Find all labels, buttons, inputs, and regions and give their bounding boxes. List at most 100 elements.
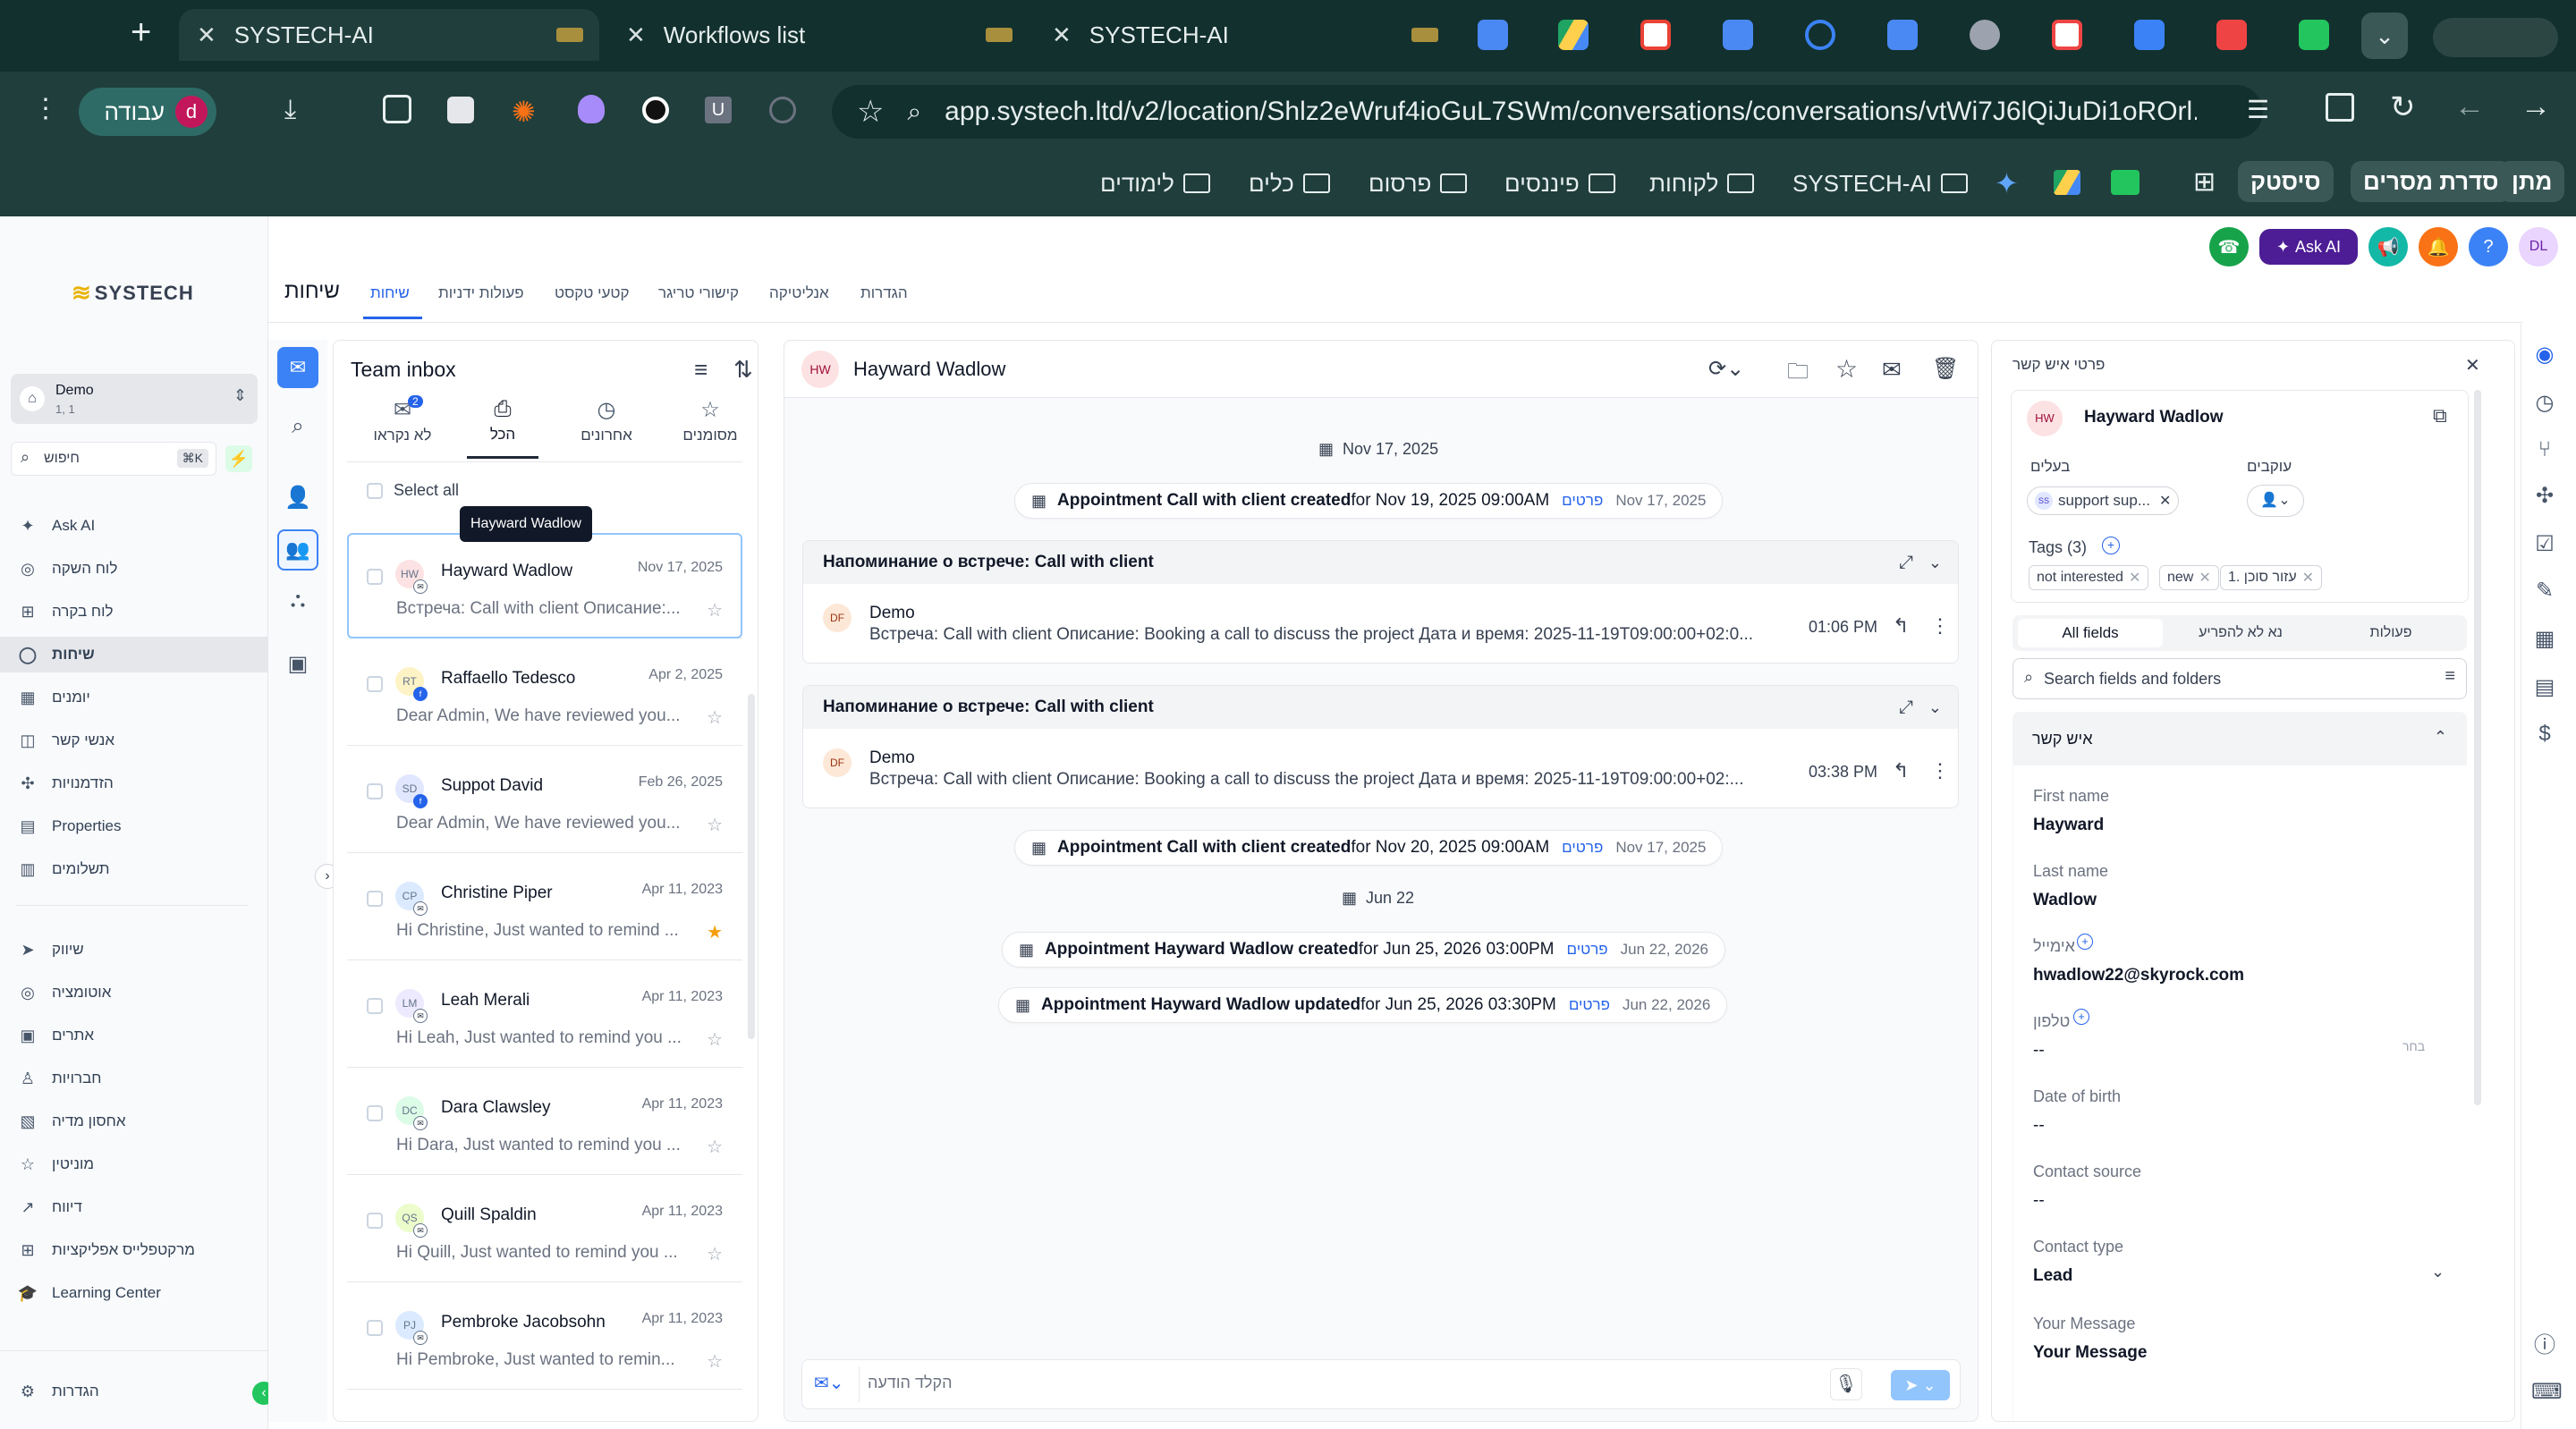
conversation-item[interactable]: QS ✉ Quill Spaldin Apr 11, 2023 Hi Quill, Ju… [347, 1177, 742, 1282]
nav-item-11[interactable]: ▣ אתרים [16, 1018, 258, 1053]
nav-item-14[interactable]: ☆ מוניטין [16, 1146, 258, 1182]
nav-item-2[interactable]: ⊞ לוח בקרה [16, 594, 258, 630]
email-add-icon[interactable]: + [2077, 934, 2093, 950]
bookmark-folder-systech[interactable]: SYSTECH-AI [1792, 163, 1969, 204]
nav-item-9[interactable]: ➤ שיווק [16, 932, 258, 968]
documents-rail-icon[interactable]: ▤ [2531, 674, 2558, 701]
tab-manual-actions[interactable]: פעולות ידניות [438, 284, 524, 302]
reply-icon[interactable]: ↰ [1893, 759, 1909, 782]
conversation-checkbox[interactable] [367, 1105, 383, 1121]
conversation-item[interactable]: HW ✉ Hayward Wadlow Nov 17, 2025 Встреча: Ca… [347, 533, 742, 638]
email-preview[interactable]: Встреча: Call with client Описание: Book… [869, 625, 1800, 645]
conversation-item[interactable]: CP ✉ Christine Piper Apr 11, 2023 Hi Christi… [347, 855, 742, 960]
sort-icon[interactable]: ⇅ [733, 356, 753, 384]
conversation-item[interactable]: DC ✉ Dara Clawsley Apr 11, 2023 Hi Dara, Jus… [347, 1070, 742, 1175]
notes-rail-icon[interactable]: ✎ [2531, 578, 2558, 605]
bookmark-folder-advertising[interactable]: פרסום [1368, 163, 1468, 204]
field-value[interactable]: -- [2033, 1191, 2045, 1211]
more-icon[interactable]: ⋮ [1930, 759, 1950, 782]
notifications-button[interactable]: 🔔 [2419, 227, 2458, 266]
filter-tab-all[interactable]: ⎙ הכל [467, 397, 538, 456]
close-icon[interactable]: ✕ [626, 21, 646, 49]
nav-item-0[interactable]: ✦ Ask AI [16, 508, 258, 544]
bookmark-folder-tools[interactable]: כלים [1249, 163, 1330, 204]
search-icon[interactable]: ⌕ [284, 413, 311, 440]
star-icon[interactable]: ☆ [707, 599, 723, 621]
nav-item-5[interactable]: ◫ אנשי קשר [16, 723, 258, 758]
conversation-checkbox[interactable] [367, 783, 383, 799]
tag-chip[interactable]: not interested ✕ [2029, 565, 2149, 590]
app-tab-icon[interactable] [2052, 20, 2082, 50]
apps-rail-icon[interactable]: ✣ [2531, 483, 2558, 510]
history-rail-icon[interactable]: ◷ [2531, 390, 2558, 417]
browser-tab-workflows[interactable]: ✕ Workflows list [608, 9, 1029, 61]
browser-tab-active[interactable]: ✕ SYSTECH-AI [179, 9, 599, 61]
url-text[interactable]: app.systech.ltd/v2/location/Shlz2eWruf4i… [945, 97, 2197, 127]
send-button[interactable]: ➤ ⌄ [1891, 1370, 1950, 1400]
expand-icon[interactable]: ⤢ [1899, 553, 1913, 573]
contact-type-chevron-icon[interactable]: ⌄ [2431, 1263, 2445, 1281]
star-icon[interactable]: ☆ [707, 1136, 723, 1158]
details-link[interactable]: פרטים [1569, 996, 1610, 1014]
nav-item-7[interactable]: ▤ Properties [16, 808, 258, 844]
bookmark-button-matan[interactable]: מתן [2499, 161, 2565, 202]
apps-grid-icon[interactable]: ⊞ [2193, 166, 2216, 198]
nav-item-1[interactable]: ◎ לוח השקה [16, 551, 258, 587]
star-icon[interactable]: ☆ [707, 706, 723, 729]
nav-item-10[interactable]: ◎ אוטומציה [16, 975, 258, 1010]
owner-chip[interactable]: SS support sup... ✕ [2027, 486, 2180, 515]
extension-icon[interactable] [769, 97, 796, 123]
bookmark-folder-customers[interactable]: לקוחות [1649, 163, 1755, 204]
bookmark-folder-learning[interactable]: לימודים [1100, 163, 1210, 204]
conversation-item[interactable]: PJ ✉ Pembroke Jacobsohn Apr 11, 2023 Hi Pemb… [347, 1284, 742, 1390]
trash-icon[interactable]: 🗑 [1932, 356, 1959, 382]
field-value[interactable]: Hayward [2033, 816, 2104, 835]
browser-tab-systech[interactable]: ✕ SYSTECH-AI [1034, 9, 1454, 61]
docs-tab-icon[interactable] [1887, 20, 1918, 50]
contact-rail-icon[interactable]: ◉ [2531, 342, 2558, 368]
tab-snippets[interactable]: קטעי טקסט [555, 284, 630, 302]
phone-add-icon[interactable]: + [2073, 1009, 2089, 1025]
details-link[interactable]: פרטים [1567, 941, 1608, 959]
download-icon[interactable]: ⤓ [284, 95, 296, 125]
nav-item-12[interactable]: ♙ חברויות [16, 1061, 258, 1096]
gemini-bookmark-icon[interactable]: ✦ [1995, 166, 2019, 200]
meet-bookmark-icon[interactable] [2111, 170, 2140, 195]
payments-rail-icon[interactable]: $ [2531, 721, 2558, 748]
help-button[interactable]: ? [2469, 227, 2508, 266]
filter-tab-unread[interactable]: ✉ 2 לא נקראו [367, 395, 438, 456]
window-control[interactable] [2433, 18, 2558, 57]
tasks-rail-icon[interactable]: ☑ [2531, 531, 2558, 558]
remove-icon[interactable]: ✕ [2199, 569, 2210, 587]
remove-icon[interactable]: ✕ [2129, 569, 2140, 587]
back-icon[interactable]: ← [2454, 89, 2485, 124]
tab-trigger-links[interactable]: קישורי טריגר [658, 284, 739, 302]
location-switcher[interactable]: ⌂ Demo 1, 1 ⇕ [11, 374, 258, 424]
nav-item-13[interactable]: ▧ אחסון מדיה [16, 1103, 258, 1139]
maps-tab-icon[interactable] [2134, 20, 2165, 50]
tab-analytics[interactable]: אנליטיקה [769, 284, 829, 302]
microphone-icon[interactable]: 🎙 [1830, 1368, 1862, 1400]
extensions-icon[interactable] [383, 95, 411, 123]
extension-icon[interactable] [447, 97, 474, 123]
tab-search-button[interactable]: ⌄ [2361, 13, 2408, 59]
conversation-checkbox[interactable] [367, 1213, 383, 1229]
meta-tab-icon[interactable] [1805, 20, 1835, 50]
bookmark-button-series[interactable]: סדרת מסרים [2351, 161, 2512, 202]
user-avatar[interactable]: DL [2519, 227, 2558, 266]
phone-call-button[interactable]: ☎ [2209, 227, 2249, 266]
youtube-tab-icon[interactable] [2216, 20, 2247, 50]
tab-settings[interactable]: הגדרות [860, 284, 908, 302]
reply-icon[interactable]: ↰ [1893, 614, 1909, 638]
hierarchy-icon[interactable]: ⛬ [284, 587, 311, 613]
drive-bookmark-icon[interactable] [2054, 170, 2080, 195]
site-settings-icon[interactable]: ☰ [2247, 95, 2269, 124]
keyboard-rail-icon[interactable]: ⌨ [2531, 1379, 2563, 1406]
conversation-item[interactable]: SD f Suppot David Feb 26, 2025 Dear Admin, W… [347, 748, 742, 853]
channel-selector[interactable]: ✉⌄ [814, 1372, 844, 1394]
field-value[interactable]: Wadlow [2033, 891, 2097, 910]
folder-move-icon[interactable]: 🗀 [1787, 356, 1809, 393]
conversation-item[interactable]: RT f Raffaello Tedesco Apr 2, 2025 Dear Admi… [347, 640, 742, 746]
calendar-rail-icon[interactable]: ▦ [2531, 626, 2558, 653]
field-value[interactable]: -- [2033, 1041, 2045, 1061]
